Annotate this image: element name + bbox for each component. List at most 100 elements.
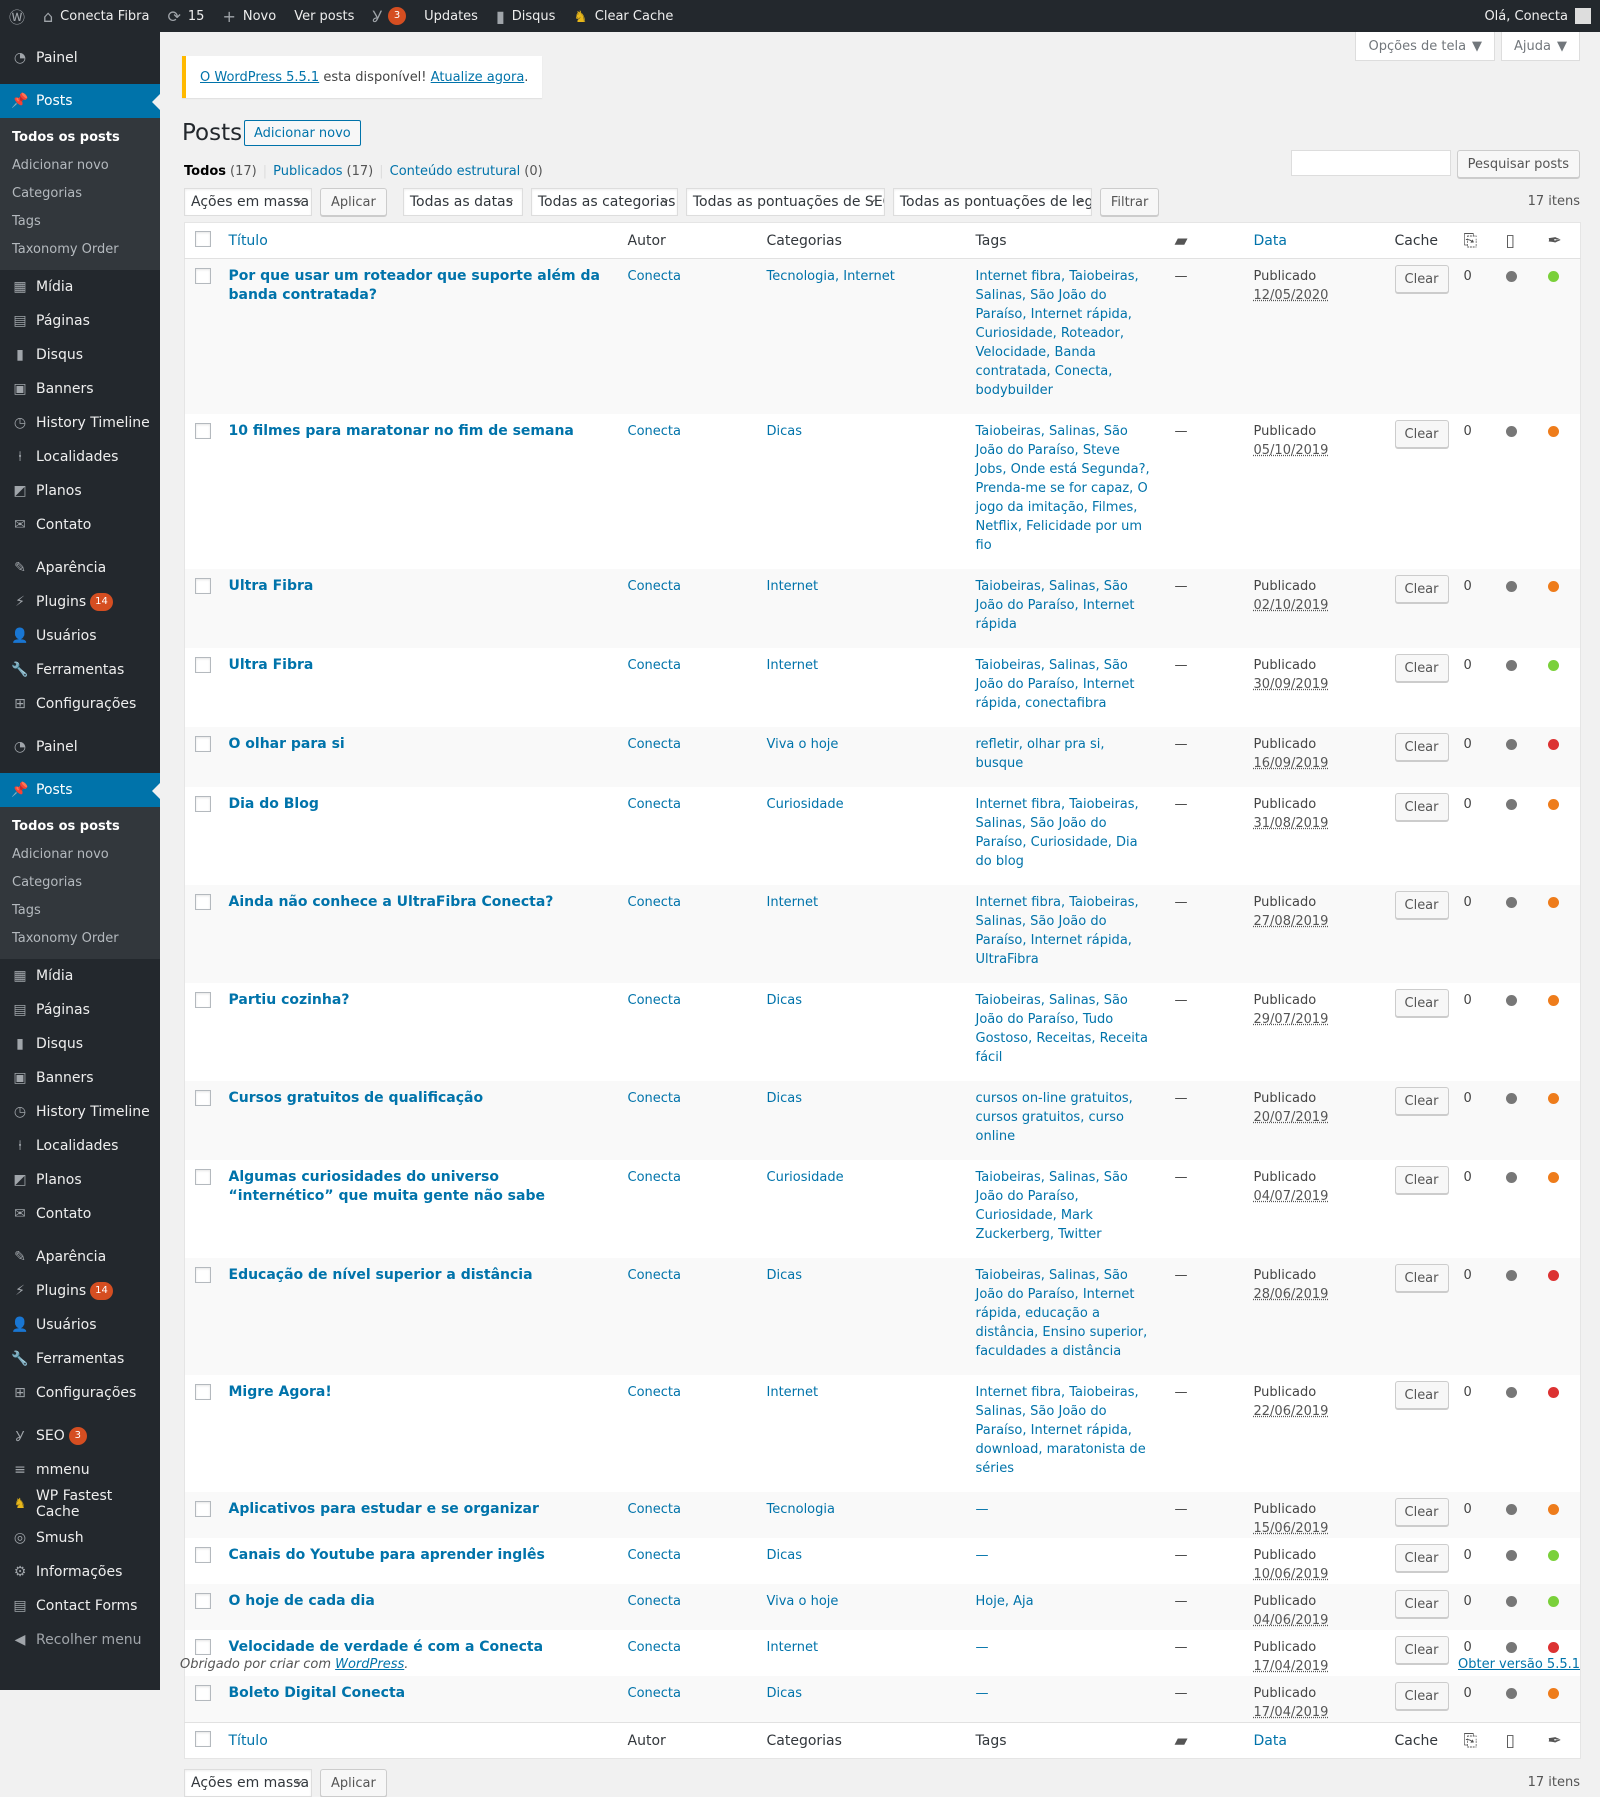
post-author-link[interactable]: Conecta xyxy=(628,1091,681,1106)
post-title-link[interactable]: Ultra Fibra xyxy=(229,578,314,594)
post-categories-link[interactable]: Dicas xyxy=(767,1091,803,1106)
help-button[interactable]: Ajuda ▼ xyxy=(1501,32,1580,61)
row-checkbox[interactable] xyxy=(195,423,211,439)
updates-menu-link[interactable]: Updates xyxy=(415,0,487,32)
clear-cache-button[interactable]: Clear xyxy=(1394,1590,1449,1618)
menu-painel[interactable]: ◔ Painel xyxy=(0,41,160,75)
menu-localidades-2[interactable]: ⍿ Localidades xyxy=(0,1129,160,1163)
menu-paginas[interactable]: ▤ Páginas xyxy=(0,304,160,338)
menu-contato-2[interactable]: ✉ Contato xyxy=(0,1197,160,1231)
category-filter-select[interactable]: Todas as categorias xyxy=(530,188,678,216)
row-checkbox[interactable] xyxy=(195,1267,211,1283)
clear-cache-button[interactable]: Clear xyxy=(1394,989,1449,1017)
submenu-taxonomy-order[interactable]: Taxonomy Order xyxy=(0,925,160,953)
post-tags-link[interactable]: Taiobeiras, Salinas, São João do Paraíso… xyxy=(976,424,1150,553)
readability-filter-select[interactable]: Todas as pontuações de legibilidade xyxy=(892,188,1092,216)
clear-cache-button[interactable]: Clear xyxy=(1394,891,1449,919)
menu-aparencia[interactable]: ✎ Aparência xyxy=(0,551,160,585)
clear-cache-link[interactable]: ♞ Clear Cache xyxy=(564,0,682,32)
clear-cache-button[interactable]: Clear xyxy=(1394,654,1449,682)
post-author-link[interactable]: Conecta xyxy=(628,1268,681,1283)
row-checkbox[interactable] xyxy=(195,894,211,910)
post-title-link[interactable]: 10 filmes para maratonar no fim de seman… xyxy=(229,423,574,439)
post-author-link[interactable]: Conecta xyxy=(628,797,681,812)
post-title-link[interactable]: Canais do Youtube para aprender inglês xyxy=(229,1547,545,1563)
yoast-link[interactable]: Ỿ3 xyxy=(363,0,415,32)
wordpress-link[interactable]: WordPress xyxy=(335,1657,404,1672)
screen-options-button[interactable]: Opções de tela ▼ xyxy=(1355,32,1496,61)
menu-planos[interactable]: ◩ Planos xyxy=(0,474,160,508)
post-title-link[interactable]: Ainda não conhece a UltraFibra Conecta? xyxy=(229,894,554,910)
clear-cache-button[interactable]: Clear xyxy=(1394,265,1449,293)
post-categories-link[interactable]: Internet xyxy=(767,658,819,673)
post-author-link[interactable]: Conecta xyxy=(628,1640,681,1655)
post-author-link[interactable]: Conecta xyxy=(628,658,681,673)
row-checkbox[interactable] xyxy=(195,1169,211,1185)
menu-localidades[interactable]: ⍿ Localidades xyxy=(0,440,160,474)
bulk-actions-select[interactable]: Ações em massa xyxy=(184,188,312,216)
submenu-add-new[interactable]: Adicionar novo xyxy=(0,152,160,180)
submenu-all-posts[interactable]: Todos os posts xyxy=(0,813,160,841)
submenu-categories[interactable]: Categorias xyxy=(0,180,160,208)
menu-ferramentas[interactable]: 🔧 Ferramentas xyxy=(0,653,160,687)
apply-button-bottom[interactable]: Aplicar xyxy=(320,1769,387,1797)
row-checkbox[interactable] xyxy=(195,268,211,284)
post-categories-link[interactable]: Viva o hoje xyxy=(767,1594,839,1609)
menu-usuarios[interactable]: 👤 Usuários xyxy=(0,619,160,653)
menu-contato[interactable]: ✉ Contato xyxy=(0,508,160,542)
post-categories-link[interactable]: Curiosidade xyxy=(767,1170,844,1185)
menu-aparencia-2[interactable]: ✎ Aparência xyxy=(0,1240,160,1274)
post-categories-link[interactable]: Dicas xyxy=(767,1686,803,1701)
post-author-link[interactable]: Conecta xyxy=(628,895,681,910)
clear-cache-button[interactable]: Clear xyxy=(1394,1498,1449,1526)
clear-cache-button[interactable]: Clear xyxy=(1394,793,1449,821)
row-checkbox[interactable] xyxy=(195,578,211,594)
post-categories-link[interactable]: Dicas xyxy=(767,1268,803,1283)
submenu-all-posts[interactable]: Todos os posts xyxy=(0,124,160,152)
post-title-link[interactable]: Dia do Blog xyxy=(229,796,319,812)
post-title-link[interactable]: Algumas curiosidades do universo “intern… xyxy=(229,1169,545,1204)
post-title-link[interactable]: Velocidade de verdade é com a Conecta xyxy=(229,1639,544,1655)
post-categories-link[interactable]: Curiosidade xyxy=(767,797,844,812)
menu-midia[interactable]: ▦ Mídia xyxy=(0,270,160,304)
menu-posts-2[interactable]: 📌 Posts xyxy=(0,773,160,807)
row-checkbox[interactable] xyxy=(195,657,211,673)
submenu-categories[interactable]: Categorias xyxy=(0,869,160,897)
row-checkbox[interactable] xyxy=(195,736,211,752)
wordpress-logo-icon[interactable]: Ⓦ xyxy=(0,0,34,32)
post-categories-link[interactable]: Internet xyxy=(767,1385,819,1400)
clear-cache-button[interactable]: Clear xyxy=(1394,1264,1449,1292)
post-tags-link[interactable]: Internet fibra, Taiobeiras, Salinas, São… xyxy=(976,797,1139,869)
post-title-link[interactable]: Cursos gratuitos de qualificação xyxy=(229,1090,484,1106)
sort-title-link-footer[interactable]: Título xyxy=(229,1733,268,1749)
filter-all[interactable]: Todos xyxy=(184,164,226,179)
post-author-link[interactable]: Conecta xyxy=(628,1385,681,1400)
row-checkbox[interactable] xyxy=(195,1384,211,1400)
post-author-link[interactable]: Conecta xyxy=(628,1686,681,1701)
post-tags-link[interactable]: — xyxy=(976,1548,989,1563)
post-tags-link[interactable]: Taiobeiras, Salinas, São João do Paraíso… xyxy=(976,993,1148,1065)
menu-informacoes[interactable]: ⚙ Informações xyxy=(0,1555,160,1589)
search-input[interactable] xyxy=(1290,150,1451,176)
search-posts-button[interactable]: Pesquisar posts xyxy=(1456,150,1580,178)
post-categories-link[interactable]: Dicas xyxy=(767,993,803,1008)
post-author-link[interactable]: Conecta xyxy=(628,579,681,594)
post-title-link[interactable]: Aplicativos para estudar e se organizar xyxy=(229,1501,539,1517)
sort-title-link[interactable]: Título xyxy=(229,233,268,249)
row-checkbox[interactable] xyxy=(195,1547,211,1563)
post-title-link[interactable]: Boleto Digital Conecta xyxy=(229,1685,406,1701)
submenu-tags[interactable]: Tags xyxy=(0,208,160,236)
comments-icon[interactable]: ▰ xyxy=(1175,1731,1188,1751)
filter-published[interactable]: Publicados xyxy=(273,164,342,179)
filter-structural[interactable]: Conteúdo estrutural xyxy=(390,164,521,179)
menu-configuracoes-2[interactable]: ⊞ Configurações xyxy=(0,1376,160,1410)
post-title-link[interactable]: O olhar para si xyxy=(229,736,345,752)
seo-score-filter-select[interactable]: Todas as pontuações de SEO xyxy=(685,188,885,216)
post-tags-link[interactable]: — xyxy=(976,1686,989,1701)
post-title-link[interactable]: Ultra Fibra xyxy=(229,657,314,673)
post-categories-link[interactable]: Internet xyxy=(767,1640,819,1655)
update-now-link[interactable]: Atualize agora xyxy=(431,70,525,85)
submenu-taxonomy-order[interactable]: Taxonomy Order xyxy=(0,236,160,264)
post-tags-link[interactable]: Taiobeiras, Salinas, São João do Paraíso… xyxy=(976,1170,1128,1242)
wordpress-version-link[interactable]: O WordPress 5.5.1 xyxy=(200,70,319,85)
